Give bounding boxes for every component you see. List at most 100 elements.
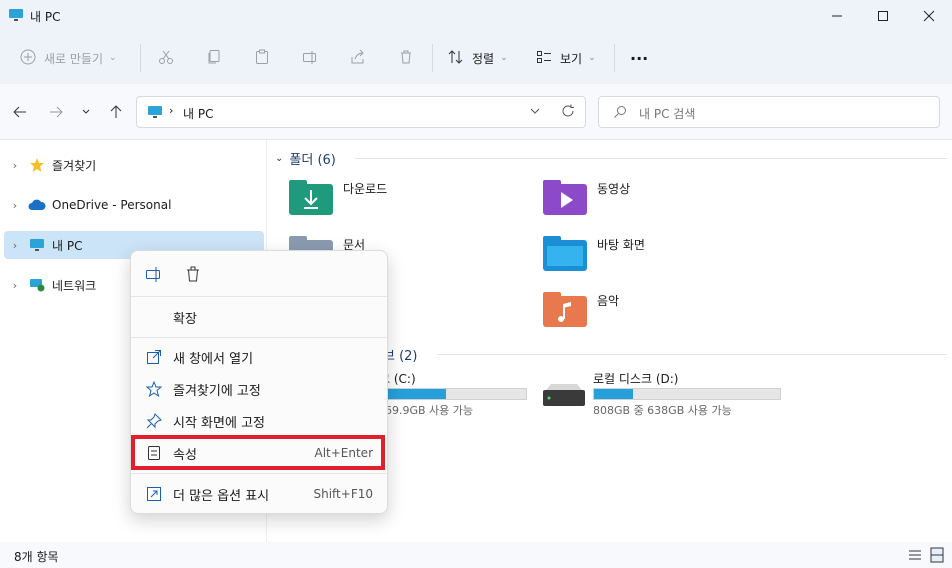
drive-size-text: 808GB 중 638GB 사용 가능 (593, 404, 732, 417)
chevron-down-icon: ⌄ (109, 53, 117, 63)
drive-usage-fill (380, 389, 446, 399)
this-pc-icon (147, 105, 163, 122)
status-bar: 8개 항목 (0, 542, 952, 568)
tiles-view-icon[interactable] (930, 547, 944, 566)
item-count: 8개 항목 (14, 550, 59, 564)
drive-usage-fill (594, 389, 634, 399)
refresh-icon[interactable] (561, 104, 575, 121)
drives-group-header[interactable]: 브 (2) (383, 344, 418, 364)
star-icon (135, 381, 173, 397)
folder-downloads[interactable]: 다운로드 (289, 180, 387, 216)
copy-button[interactable] (206, 44, 222, 72)
divider (355, 158, 947, 159)
chevron-right-icon[interactable]: › (4, 199, 26, 212)
recent-locations-button[interactable] (76, 102, 96, 122)
open-new-window-icon (135, 349, 173, 365)
divider (432, 44, 433, 72)
command-bar: 새로 만들기 ⌄ 정렬 ⌄ 보기 ⌄ ··· (0, 32, 952, 84)
folder-videos[interactable]: 동영상 (543, 180, 630, 216)
folder-label: 음악 (597, 294, 620, 308)
address-row: › 내 PC 내 PC 검색 (0, 84, 952, 140)
paste-button[interactable] (254, 44, 270, 72)
clipboard-icon (254, 49, 270, 68)
address-bar[interactable]: › 내 PC (136, 96, 586, 128)
view-button[interactable]: 보기 ⌄ (536, 44, 596, 72)
menu-item-expand[interactable]: 확장 (135, 303, 383, 331)
share-button[interactable] (350, 44, 366, 72)
share-icon (350, 49, 366, 68)
details-view-icon[interactable] (908, 548, 922, 565)
address-dropdown-icon[interactable] (529, 105, 541, 120)
forward-button[interactable] (46, 102, 66, 122)
cloud-icon (26, 199, 48, 211)
highlight-box (131, 435, 385, 470)
menu-item-pin-start[interactable]: 시작 화면에 고정 (135, 407, 383, 435)
more-options-icon (135, 486, 173, 502)
folders-group-header[interactable]: ⌄ 폴더 (6) (275, 148, 336, 168)
up-button[interactable] (106, 102, 126, 122)
rename-button[interactable] (302, 44, 318, 72)
chevron-down-icon: ⌄ (500, 53, 508, 63)
divider (131, 337, 387, 338)
new-label: 새로 만들기 (44, 51, 104, 66)
search-icon (613, 105, 627, 122)
sidebar-item-onedrive[interactable]: › OneDrive - Personal (4, 191, 264, 219)
maximize-button[interactable] (860, 0, 906, 32)
back-button[interactable] (10, 102, 30, 122)
folder-music[interactable]: 음악 (543, 292, 619, 328)
music-folder-icon (543, 292, 587, 331)
menu-item-pin-favorites[interactable]: 즐겨찾기에 고정 (135, 375, 383, 403)
sidebar-item-favorites[interactable]: › 즐겨찾기 (4, 151, 264, 179)
chevron-down-icon: ⌄ (275, 152, 284, 164)
menu-item-open-new-window[interactable]: 새 창에서 열기 (135, 343, 383, 371)
this-pc-icon (26, 238, 48, 252)
drive-label: 로컬 디스크 (D:) (593, 372, 679, 386)
close-button[interactable] (906, 0, 952, 32)
menu-item-more-options[interactable]: 더 많은 옵션 표시 Shift+F10 (135, 480, 383, 508)
network-icon (26, 278, 48, 292)
sort-button[interactable]: 정렬 ⌄ (448, 44, 508, 72)
scissors-icon (158, 49, 174, 68)
search-placeholder: 내 PC 검색 (639, 107, 696, 121)
search-input[interactable]: 내 PC 검색 (598, 96, 940, 128)
sort-label: 정렬 (472, 51, 495, 66)
divider (437, 354, 947, 355)
download-folder-icon (289, 180, 333, 219)
arrow-up-icon (110, 105, 122, 118)
divider (140, 44, 141, 72)
delete-button[interactable] (398, 44, 414, 72)
trash-icon[interactable] (185, 265, 201, 286)
rename-icon (302, 49, 318, 68)
hard-drive-icon (543, 384, 585, 409)
sort-icon (448, 49, 464, 68)
drive-d[interactable]: 로컬 디스크 (D:) 808GB 중 638GB 사용 가능 (543, 370, 803, 417)
breadcrumb-this-pc[interactable]: 내 PC (183, 105, 213, 122)
chevron-right-icon[interactable]: › (4, 279, 26, 292)
arrow-right-icon (50, 106, 63, 118)
window-title: 내 PC (30, 10, 61, 24)
drive-size-text: 69.9GB 사용 가능 (385, 404, 474, 417)
folder-label: 동영상 (597, 182, 631, 196)
minimize-button[interactable] (814, 0, 860, 32)
view-icon (536, 49, 552, 68)
arrow-left-icon (13, 106, 26, 118)
trash-icon (398, 49, 414, 68)
chevron-right-icon[interactable]: › (4, 239, 26, 252)
sidebar-item-label: OneDrive - Personal (52, 198, 172, 212)
star-icon (26, 157, 48, 173)
plus-circle-icon (20, 49, 36, 68)
menu-item-shortcut: Shift+F10 (313, 487, 373, 501)
new-button[interactable]: 새로 만들기 ⌄ (20, 44, 117, 72)
folder-label: 바탕 화면 (597, 238, 645, 252)
menu-item-label: 더 많은 옵션 표시 (173, 488, 270, 504)
context-quick-actions (131, 251, 387, 297)
cut-button[interactable] (158, 44, 174, 72)
rename-icon[interactable] (145, 265, 163, 286)
folder-desktop[interactable]: 바탕 화면 (543, 236, 645, 272)
sidebar-item-label: 즐겨찾기 (52, 158, 97, 173)
chevron-right-icon[interactable]: › (4, 159, 26, 172)
menu-item-label: 시작 화면에 고정 (173, 415, 265, 431)
more-button[interactable]: ··· (630, 44, 648, 72)
folders-group-label: 폴더 (6) (289, 152, 336, 168)
this-pc-icon (8, 8, 24, 25)
